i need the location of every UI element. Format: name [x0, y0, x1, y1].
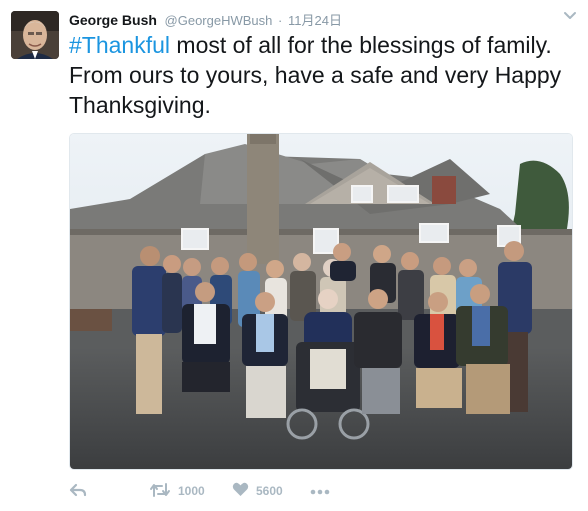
tweet-photo[interactable]: [69, 133, 573, 470]
tweet-text: #Thankful most of all for the blessings …: [69, 30, 569, 120]
reply-button[interactable]: [69, 480, 87, 502]
like-count: 5600: [256, 484, 283, 498]
more-dots-icon: [310, 484, 330, 498]
retweet-count: 1000: [178, 484, 205, 498]
header-separator: ·: [278, 13, 283, 28]
author-name[interactable]: George Bush: [69, 12, 157, 28]
tweet-card[interactable]: George Bush @GeorgeHWBush · 11月24日 #Than…: [0, 0, 588, 511]
hashtag-link[interactable]: #Thankful: [69, 32, 170, 58]
reply-arrow-icon: [69, 482, 87, 501]
retweet-icon: [149, 482, 171, 501]
tweet-actions: 1000 5600: [69, 480, 569, 502]
author-handle[interactable]: @GeorgeHWBush: [165, 13, 273, 28]
like-button[interactable]: 5600: [232, 480, 283, 502]
retweet-button[interactable]: 1000: [149, 480, 205, 502]
tweet-timestamp[interactable]: 11月24日: [288, 13, 342, 28]
more-button[interactable]: [310, 480, 330, 502]
tweet-header: George Bush @GeorgeHWBush · 11月24日: [69, 10, 342, 28]
heart-icon: [232, 482, 249, 500]
chevron-down-icon[interactable]: [562, 9, 578, 21]
avatar[interactable]: [11, 11, 59, 59]
